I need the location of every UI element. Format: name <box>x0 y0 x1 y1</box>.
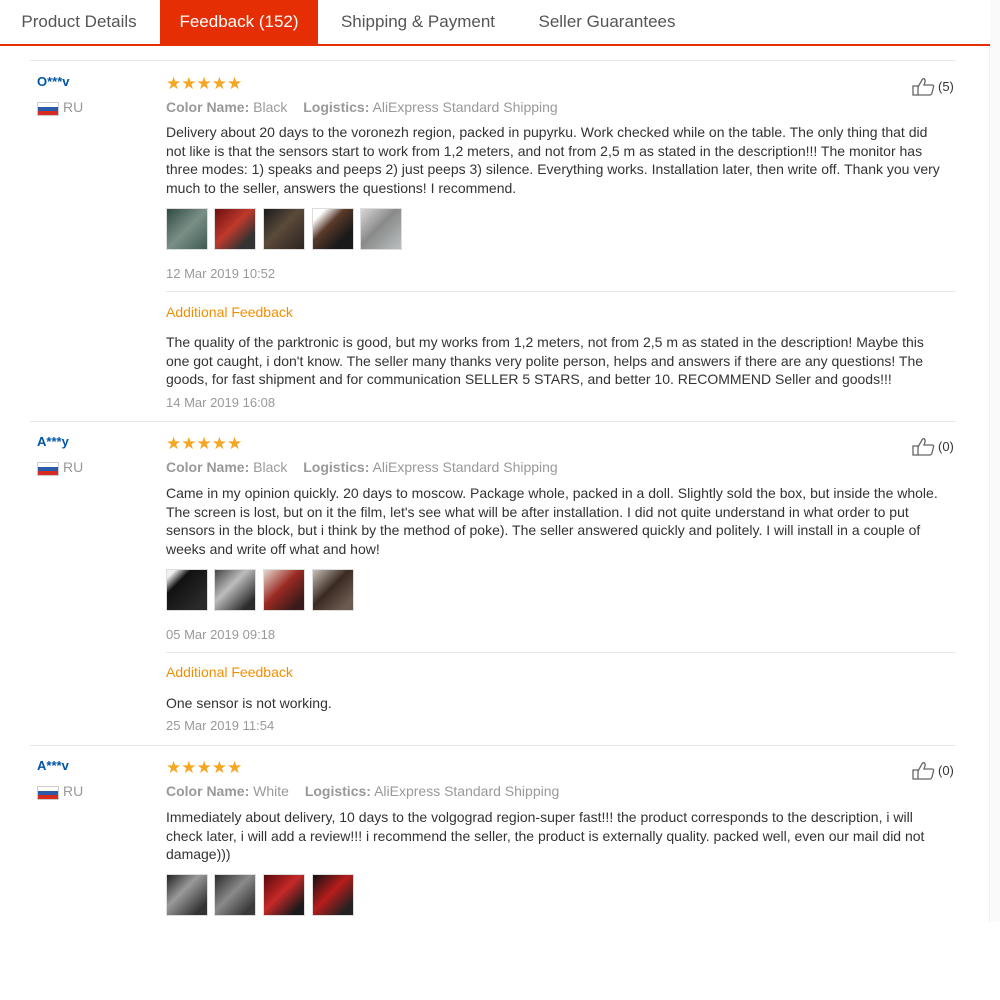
country-code: RU <box>63 783 84 799</box>
review-photo[interactable] <box>166 874 208 916</box>
review-photo[interactable] <box>263 569 305 611</box>
order-attributes: Color Name: White Logistics: AliExpress … <box>166 783 571 799</box>
like-count: (5) <box>938 79 954 94</box>
color-name-value: White <box>253 783 289 799</box>
additional-feedback-date: 25 Mar 2019 11:54 <box>166 718 275 733</box>
divider <box>30 421 956 422</box>
logistics-value: AliExpress Standard Shipping <box>372 99 558 115</box>
like-count: (0) <box>938 763 954 778</box>
additional-feedback-text: One sensor is not working. <box>166 695 332 711</box>
review-photo[interactable] <box>214 569 256 611</box>
reviewer-name: O***v <box>37 74 70 89</box>
feedback-list: O***v RU ★★★★★ Color Name: Black Logisti… <box>0 46 990 922</box>
additional-feedback-date: 14 Mar 2019 16:08 <box>166 395 276 410</box>
logistics-label: Logistics: <box>303 459 370 475</box>
review-photo[interactable] <box>214 208 256 250</box>
review-photo[interactable] <box>166 569 208 611</box>
review-photo[interactable] <box>166 208 208 250</box>
order-attributes: Color Name: Black Logistics: AliExpress … <box>166 99 570 115</box>
country-code: RU <box>63 99 84 115</box>
review-photo[interactable] <box>214 874 256 916</box>
review-photo[interactable] <box>360 208 402 250</box>
russia-flag-icon <box>37 462 59 476</box>
logistics-value: AliExpress Standard Shipping <box>372 459 558 475</box>
logistics-label: Logistics: <box>304 783 371 799</box>
color-name-label: Color Name: <box>166 783 250 799</box>
additional-feedback-text: The quality of the parktronic is good, b… <box>166 334 924 388</box>
star-rating: ★★★★★ <box>166 434 243 453</box>
tab-feedback[interactable]: Feedback (152) <box>160 0 318 44</box>
thumbs-up-icon <box>912 438 935 456</box>
divider <box>166 652 956 653</box>
tab-seller-guarantees[interactable]: Seller Guarantees <box>518 0 696 44</box>
logistics-label: Logistics: <box>303 99 370 115</box>
reviewer-name: A***v <box>37 758 69 773</box>
thumbs-up-icon <box>912 762 935 780</box>
reviewer-name: A***y <box>37 434 69 449</box>
review-text: Came in my opinion quickly. 20 days to m… <box>166 485 938 558</box>
review-text: Delivery about 20 days to the voronezh r… <box>166 124 940 197</box>
tab-shipping-payment[interactable]: Shipping & Payment <box>320 0 516 44</box>
logistics-value: AliExpress Standard Shipping <box>374 783 560 799</box>
divider <box>30 745 956 746</box>
tab-product-details[interactable]: Product Details <box>0 0 158 44</box>
russia-flag-icon <box>37 786 59 800</box>
color-name-value: Black <box>253 459 288 475</box>
russia-flag-icon <box>37 102 59 116</box>
additional-feedback-label: Additional Feedback <box>166 304 293 320</box>
like-count: (0) <box>938 439 954 454</box>
color-name-value: Black <box>253 99 288 115</box>
review-date: 05 Mar 2019 09:18 <box>166 627 276 642</box>
review-photo[interactable] <box>312 569 354 611</box>
tab-bar: Product Details Feedback (152) Shipping … <box>0 0 990 46</box>
color-name-label: Color Name: <box>166 459 250 475</box>
thumbs-up-icon <box>912 78 935 96</box>
star-rating: ★★★★★ <box>166 74 243 93</box>
review-date: 12 Mar 2019 10:52 <box>166 266 276 281</box>
review-photo[interactable] <box>312 208 354 250</box>
review-photo[interactable] <box>312 874 354 916</box>
review-photo[interactable] <box>263 874 305 916</box>
scrollbar[interactable] <box>989 0 1000 922</box>
review-text: Immediately about delivery, 10 days to t… <box>166 809 925 863</box>
star-rating: ★★★★★ <box>166 758 243 777</box>
order-attributes: Color Name: Black Logistics: AliExpress … <box>166 459 570 475</box>
divider <box>166 291 956 292</box>
country-code: RU <box>63 459 84 475</box>
review-photo[interactable] <box>263 208 305 250</box>
divider <box>30 60 956 61</box>
additional-feedback-label: Additional Feedback <box>166 664 293 680</box>
color-name-label: Color Name: <box>166 99 250 115</box>
